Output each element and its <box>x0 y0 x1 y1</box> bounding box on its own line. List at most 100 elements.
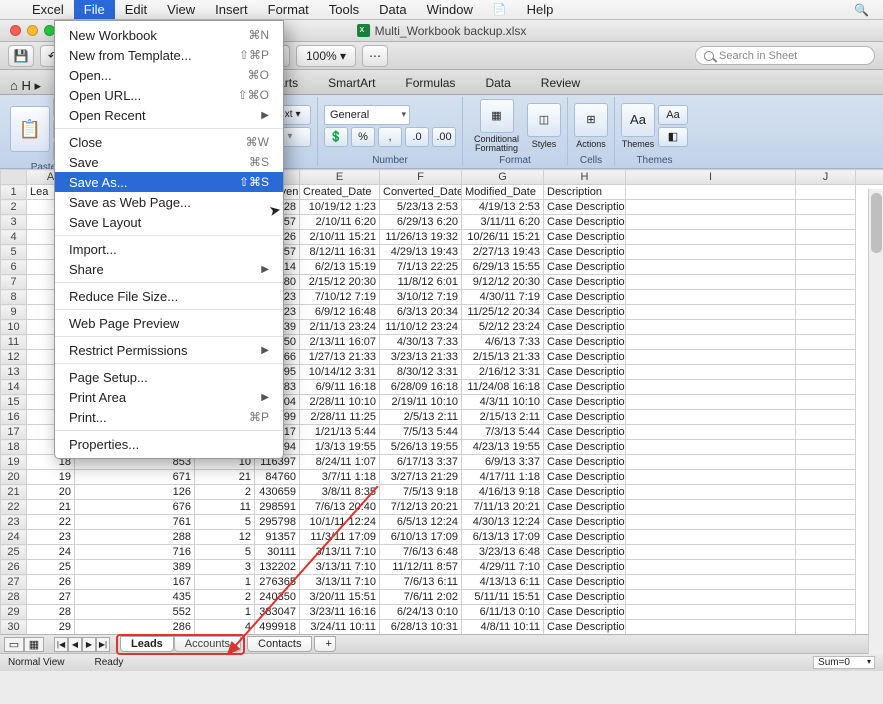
ribbon-home-chevron[interactable]: ⌂ H ▸ <box>10 78 41 94</box>
file-menu-share[interactable]: Share▶ <box>55 259 283 279</box>
vertical-scrollbar[interactable] <box>868 189 883 654</box>
percent-button[interactable]: % <box>351 127 375 147</box>
script-menu-icon[interactable]: 📄 <box>483 1 517 18</box>
col-header-F[interactable]: F <box>380 170 462 185</box>
qat-misc-button[interactable]: ⋯ <box>362 45 388 67</box>
file-menu-save-as-[interactable]: Save As...⇧⌘S <box>55 172 283 192</box>
row-header-13[interactable]: 13 <box>1 365 27 380</box>
row-header-23[interactable]: 23 <box>1 515 27 530</box>
sheet-tab-leads[interactable]: Leads <box>120 636 174 652</box>
menu-help[interactable]: Help <box>517 0 564 19</box>
file-menu-new-workbook[interactable]: New Workbook⌘N <box>55 25 283 45</box>
ribbon-tab-data[interactable]: Data <box>470 71 525 94</box>
file-menu-open-recent[interactable]: Open Recent▶ <box>55 105 283 125</box>
menu-insert[interactable]: Insert <box>205 0 258 19</box>
file-menu-save[interactable]: Save⌘S <box>55 152 283 172</box>
col-header-H[interactable]: H <box>544 170 626 185</box>
status-sum[interactable]: Sum=0 <box>813 656 875 669</box>
menu-data[interactable]: Data <box>369 0 416 19</box>
comma-button[interactable]: , <box>378 127 402 147</box>
file-menu-page-setup-[interactable]: Page Setup... <box>55 367 283 387</box>
decrease-decimal-button[interactable]: .00 <box>432 127 456 147</box>
file-menu-web-page-preview[interactable]: Web Page Preview <box>55 313 283 333</box>
currency-button[interactable]: 💲 <box>324 127 348 147</box>
sheet-tab-contacts[interactable]: Contacts <box>247 636 312 652</box>
menu-format[interactable]: Format <box>258 0 319 19</box>
row-header-22[interactable]: 22 <box>1 500 27 515</box>
file-menu-restrict-permissions[interactable]: Restrict Permissions▶ <box>55 340 283 360</box>
row-header-16[interactable]: 16 <box>1 410 27 425</box>
number-format-combo[interactable]: General <box>324 105 410 125</box>
file-menu-open-[interactable]: Open...⌘O <box>55 65 283 85</box>
menu-edit[interactable]: Edit <box>115 0 157 19</box>
sheet-tab-accounts[interactable]: Accounts <box>174 636 241 652</box>
styles-button[interactable]: ◫ <box>527 103 561 137</box>
row-header-25[interactable]: 25 <box>1 545 27 560</box>
spotlight-icon[interactable]: 🔍 <box>846 3 877 17</box>
row-header-30[interactable]: 30 <box>1 620 27 635</box>
tab-nav-next[interactable]: ▶ <box>82 637 96 652</box>
file-menu-print-[interactable]: Print...⌘P <box>55 407 283 427</box>
qat-zoom-combo[interactable]: 100% ▾ <box>296 45 356 67</box>
actions-button[interactable]: ⊞ <box>574 103 608 137</box>
row-header-29[interactable]: 29 <box>1 605 27 620</box>
row-header-6[interactable]: 6 <box>1 260 27 275</box>
row-header-3[interactable]: 3 <box>1 215 27 230</box>
row-header-8[interactable]: 8 <box>1 290 27 305</box>
themes-button[interactable]: Aa <box>621 103 655 137</box>
row-header-26[interactable]: 26 <box>1 560 27 575</box>
row-header-12[interactable]: 12 <box>1 350 27 365</box>
row-header-28[interactable]: 28 <box>1 590 27 605</box>
row-header-4[interactable]: 4 <box>1 230 27 245</box>
file-menu-new-from-template-[interactable]: New from Template...⇧⌘P <box>55 45 283 65</box>
row-header-24[interactable]: 24 <box>1 530 27 545</box>
close-window-button[interactable] <box>10 25 21 36</box>
row-header-27[interactable]: 27 <box>1 575 27 590</box>
menu-file[interactable]: File <box>74 0 115 19</box>
row-header-14[interactable]: 14 <box>1 380 27 395</box>
table-row[interactable]: 302928644999183/24/11 10:116/28/13 10:31… <box>1 620 883 635</box>
tab-nav-first[interactable]: |◀ <box>54 637 68 652</box>
menu-view[interactable]: View <box>157 0 205 19</box>
table-row[interactable]: 262538931322023/13/11 7:1011/12/11 8:574… <box>1 560 883 575</box>
conditional-formatting-button[interactable]: ▦ <box>480 99 514 133</box>
table-row[interactable]: 272616712763653/13/11 7:107/6/13 6:114/1… <box>1 575 883 590</box>
col-header-I[interactable]: I <box>626 170 796 185</box>
table-row[interactable]: 201967121847603/7/11 1:183/27/13 21:294/… <box>1 470 883 485</box>
increase-decimal-button[interactable]: .0 <box>405 127 429 147</box>
row-header-21[interactable]: 21 <box>1 485 27 500</box>
row-header-17[interactable]: 17 <box>1 425 27 440</box>
table-row[interactable]: 292855213830473/23/11 16:166/24/13 0:106… <box>1 605 883 620</box>
row-header-20[interactable]: 20 <box>1 470 27 485</box>
table-row[interactable]: 2423288129135711/3/11 17:096/10/13 17:09… <box>1 530 883 545</box>
qat-save-button[interactable]: 💾 <box>8 45 34 67</box>
file-menu-open-url-[interactable]: Open URL...⇧⌘O <box>55 85 283 105</box>
file-menu-save-as-web-page-[interactable]: Save as Web Page... <box>55 192 283 212</box>
menu-tools[interactable]: Tools <box>319 0 369 19</box>
row-header-7[interactable]: 7 <box>1 275 27 290</box>
col-header-G[interactable]: G <box>462 170 544 185</box>
ribbon-tab-formulas[interactable]: Formulas <box>390 71 470 94</box>
select-all-corner[interactable] <box>1 170 27 185</box>
table-row[interactable]: 25247165301113/13/11 7:107/6/13 6:483/23… <box>1 545 883 560</box>
view-layout-button[interactable]: ▦ <box>24 637 44 652</box>
tab-nav-last[interactable]: ▶| <box>96 637 110 652</box>
col-header-J[interactable]: J <box>796 170 856 185</box>
row-header-5[interactable]: 5 <box>1 245 27 260</box>
paste-button[interactable]: 📋 <box>10 106 50 152</box>
file-menu-import-[interactable]: Import... <box>55 239 283 259</box>
row-header-18[interactable]: 18 <box>1 440 27 455</box>
theme-fonts-button[interactable]: Aa <box>658 105 688 125</box>
search-in-sheet-input[interactable]: Search in Sheet <box>695 46 875 65</box>
add-sheet-button[interactable]: + <box>314 636 336 652</box>
minimize-window-button[interactable] <box>27 25 38 36</box>
row-header-9[interactable]: 9 <box>1 305 27 320</box>
row-header-2[interactable]: 2 <box>1 200 27 215</box>
table-row[interactable]: 2322761529579810/1/11 12:246/5/13 12:244… <box>1 515 883 530</box>
row-header-11[interactable]: 11 <box>1 335 27 350</box>
menu-window[interactable]: Window <box>417 0 483 19</box>
table-row[interactable]: 212012624306593/8/11 8:357/5/13 9:184/16… <box>1 485 883 500</box>
ribbon-tab-smartart[interactable]: SmartArt <box>313 71 390 94</box>
row-header-15[interactable]: 15 <box>1 395 27 410</box>
file-menu-reduce-file-size-[interactable]: Reduce File Size... <box>55 286 283 306</box>
